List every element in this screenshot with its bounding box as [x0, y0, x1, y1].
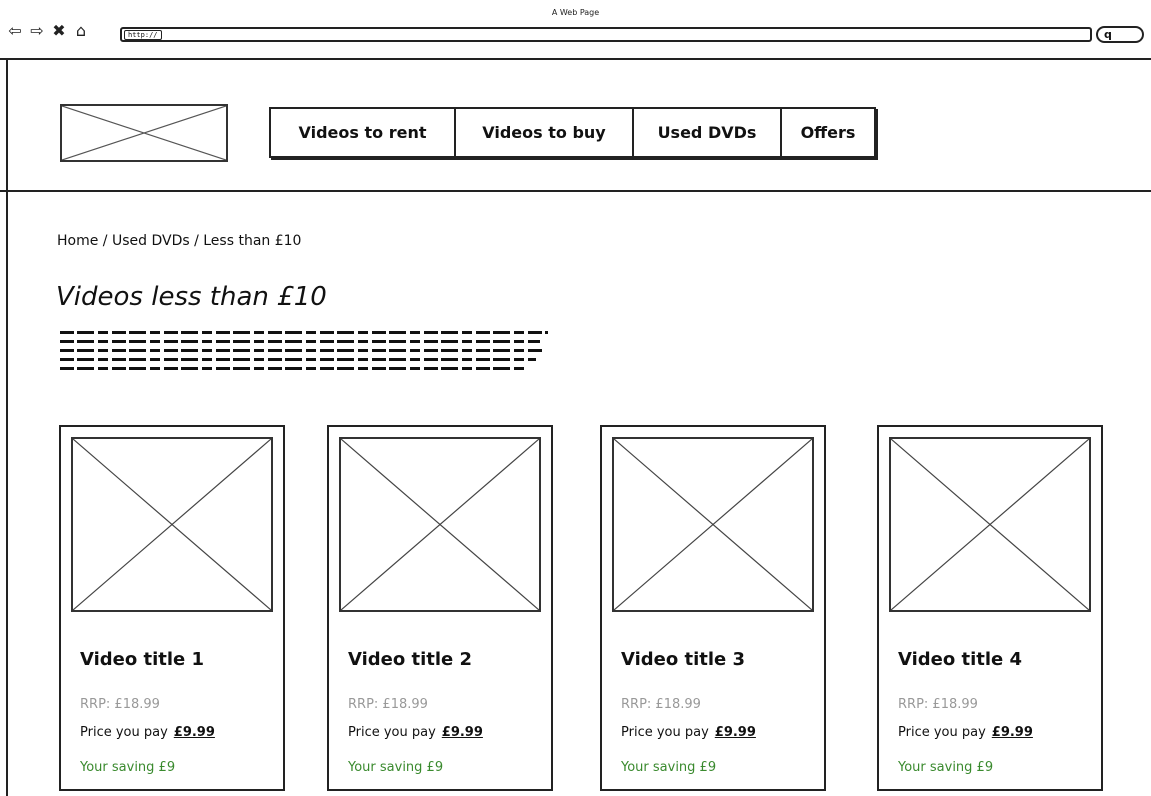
search-button[interactable]: q	[1096, 26, 1144, 43]
price-label: Price you pay	[348, 725, 436, 740]
price-label: Price you pay	[80, 725, 168, 740]
product-image-placeholder[interactable]	[612, 437, 814, 612]
page-title: Videos less than £10	[56, 282, 327, 312]
price-label: Price you pay	[621, 725, 709, 740]
breadcrumb[interactable]: Home / Used DVDs / Less than £10	[57, 233, 301, 249]
forward-arrow-icon[interactable]: ⇨	[28, 22, 46, 40]
product-price: £9.99	[441, 725, 483, 740]
browser-chrome: A Web Page ⇦ ⇨ ✖ ⌂ http:// q	[0, 0, 1151, 60]
product-saving: Your saving £9	[348, 760, 444, 775]
nav-item-used-dvds[interactable]: Used DVDs	[634, 109, 782, 156]
main-nav: Videos to rent Videos to buy Used DVDs O…	[269, 107, 876, 158]
price-label: Price you pay	[898, 725, 986, 740]
product-price-row: Price you pay £9.99	[348, 725, 483, 740]
product-image-placeholder[interactable]	[889, 437, 1091, 612]
page-left-border	[6, 60, 8, 796]
window-title: A Web Page	[551, 8, 600, 17]
product-rrp: RRP: £18.99	[621, 697, 701, 712]
product-image-placeholder[interactable]	[339, 437, 541, 612]
product-title[interactable]: Video title 3	[621, 649, 745, 670]
product-price: £9.99	[991, 725, 1033, 740]
nav-item-offers[interactable]: Offers	[782, 109, 874, 156]
product-title[interactable]: Video title 1	[80, 649, 204, 670]
product-price-row: Price you pay £9.99	[898, 725, 1033, 740]
browser-nav-buttons: ⇦ ⇨ ✖ ⌂	[6, 22, 90, 40]
product-card[interactable]: Video title 3 RRP: £18.99 Price you pay £…	[600, 425, 826, 791]
product-price-row: Price you pay £9.99	[80, 725, 215, 740]
product-price-row: Price you pay £9.99	[621, 725, 756, 740]
close-icon[interactable]: ✖	[50, 22, 68, 40]
product-rrp: RRP: £18.99	[348, 697, 428, 712]
product-rrp: RRP: £18.99	[80, 697, 160, 712]
product-price: £9.99	[173, 725, 215, 740]
nav-item-videos-to-buy[interactable]: Videos to buy	[456, 109, 634, 156]
search-icon: q	[1104, 28, 1112, 41]
back-arrow-icon[interactable]: ⇦	[6, 22, 24, 40]
product-card[interactable]: Video title 1 RRP: £18.99 Price you pay £…	[59, 425, 285, 791]
product-saving: Your saving £9	[898, 760, 994, 775]
product-card[interactable]: Video title 2 RRP: £18.99 Price you pay £…	[327, 425, 553, 791]
home-icon[interactable]: ⌂	[72, 22, 90, 40]
header-divider	[0, 190, 1151, 192]
product-title[interactable]: Video title 4	[898, 649, 1022, 670]
logo-placeholder[interactable]	[60, 104, 228, 162]
product-price: £9.99	[714, 725, 756, 740]
url-text: http://	[124, 30, 162, 40]
nav-item-videos-to-rent[interactable]: Videos to rent	[271, 109, 456, 156]
product-rrp: RRP: £18.99	[898, 697, 978, 712]
product-image-placeholder[interactable]	[71, 437, 273, 612]
product-title[interactable]: Video title 2	[348, 649, 472, 670]
address-bar[interactable]: http://	[120, 27, 1092, 42]
product-saving: Your saving £9	[621, 760, 717, 775]
description-placeholder-text	[60, 331, 548, 376]
product-saving: Your saving £9	[80, 760, 176, 775]
product-card[interactable]: Video title 4 RRP: £18.99 Price you pay £…	[877, 425, 1103, 791]
